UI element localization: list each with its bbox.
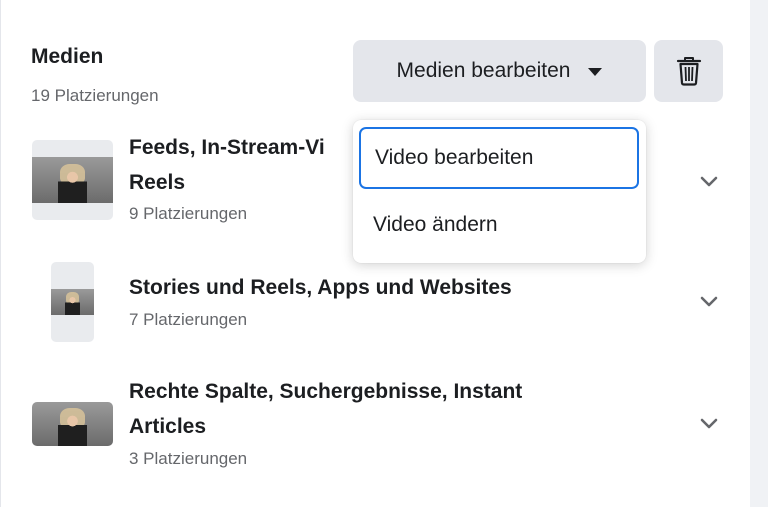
chevron-down-icon[interactable]: [699, 175, 719, 189]
section-title: Medien: [31, 45, 104, 68]
chevron-down-icon[interactable]: [699, 417, 719, 431]
media-panel: Medien 19 Platzierungen Medien bearbeite…: [0, 0, 750, 507]
video-thumbnail: [32, 402, 113, 446]
placement-count: 3 Platzierungen: [129, 449, 248, 468]
edit-media-button[interactable]: Medien bearbeiten: [353, 40, 646, 102]
placement-count: 9 Platzierungen: [129, 204, 248, 223]
placement-title-cont: Reels: [129, 171, 186, 194]
menu-item-label: Video ändern: [373, 213, 498, 236]
placement-row[interactable]: Rechte Spalte, Suchergebnisse, Instant A…: [1, 374, 751, 484]
chevron-down-icon[interactable]: [699, 295, 719, 309]
placement-title: Stories und Reels, Apps und Websites: [129, 276, 512, 299]
menu-item-label: Video bearbeiten: [375, 146, 534, 169]
menu-item-change-video[interactable]: Video ändern: [359, 194, 639, 256]
placement-title: Feeds, In-Stream-Vi: [129, 136, 325, 159]
placement-count: 7 Platzierungen: [129, 310, 248, 329]
placement-title-cont: Articles: [129, 415, 207, 438]
caret-down-icon: [588, 68, 603, 76]
edit-media-dropdown: Video bearbeiten Video ändern: [353, 120, 646, 263]
video-thumbnail: [51, 262, 94, 342]
video-thumbnail: [32, 140, 113, 220]
edit-media-label: Medien bearbeiten: [396, 59, 571, 82]
placement-title: Rechte Spalte, Suchergebnisse, Instant: [129, 380, 523, 403]
menu-item-edit-video[interactable]: Video bearbeiten: [359, 127, 639, 189]
placement-row[interactable]: Stories und Reels, Apps und Websites 7 P…: [1, 262, 751, 347]
delete-button[interactable]: [654, 40, 723, 102]
trash-icon: [676, 57, 701, 86]
section-subtitle: 19 Platzierungen: [31, 86, 159, 105]
